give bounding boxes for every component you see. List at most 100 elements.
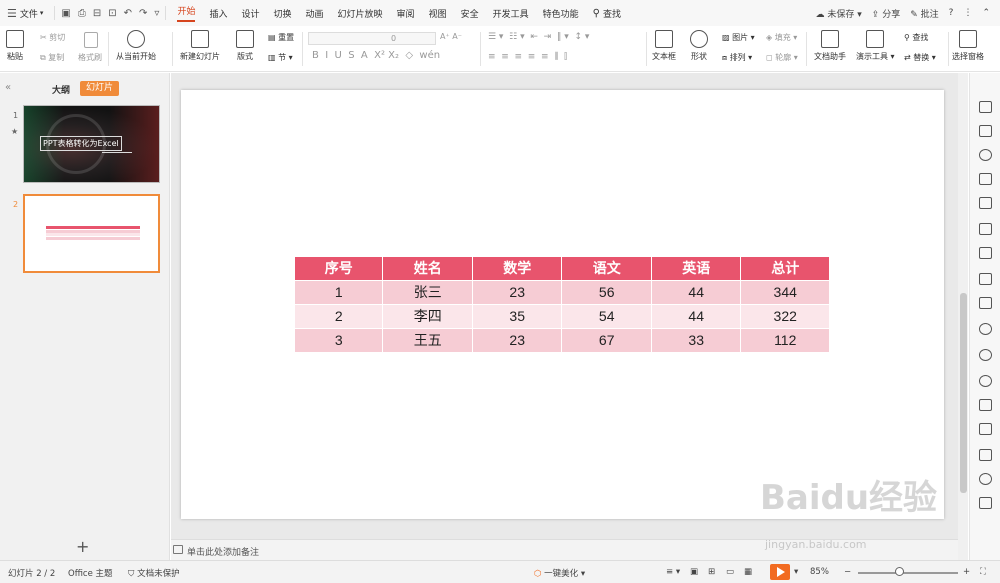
theme-name[interactable]: Office 主题 [68, 567, 113, 579]
scrollbar-thumb[interactable] [960, 293, 967, 493]
table-header[interactable]: 英语 [651, 257, 742, 280]
cut-button[interactable]: ✂ 剪切 [40, 32, 65, 43]
select-icon[interactable] [979, 101, 992, 113]
slideshow-view-icon[interactable]: ▦ [744, 567, 752, 577]
fit-window-icon[interactable]: ⛶ [980, 567, 986, 577]
font-grow-shrink[interactable]: A⁺ A⁻ [440, 32, 462, 41]
slide-sorter-icon[interactable]: ⊞ [708, 567, 715, 577]
export-icon[interactable] [979, 223, 992, 235]
help-button[interactable]: ? [949, 8, 954, 18]
shape-button[interactable]: 形状 [690, 26, 708, 62]
play-options-icon[interactable]: ▾ [794, 567, 798, 577]
table-cell[interactable]: 23 [472, 279, 563, 304]
tab-transitions[interactable]: 切换 [267, 0, 299, 26]
tab-insert[interactable]: 插入 [202, 0, 234, 26]
search-button[interactable]: ⚲ 查找 [586, 0, 628, 26]
undo-icon[interactable]: ↶ [124, 8, 132, 19]
file-menu[interactable]: ☰ 文件 ▾ [0, 0, 50, 26]
new-slide-button[interactable]: 新建幻灯片 [180, 26, 220, 62]
zoom-slider-handle[interactable] [895, 567, 904, 576]
text-box-button[interactable]: 文本框 [652, 26, 676, 62]
text-format-buttons[interactable]: B I U S A X² X₂ ◇ wén [312, 50, 440, 61]
section-button[interactable]: ▥ 节 ▾ [268, 52, 293, 63]
table-cell[interactable]: 56 [561, 279, 652, 304]
zoom-in-button[interactable]: + [963, 567, 970, 577]
tab-security[interactable]: 安全 [454, 0, 486, 26]
table-header[interactable]: 序号 [295, 257, 384, 280]
table-cell[interactable]: 112 [740, 327, 829, 352]
table-cell[interactable]: 23 [472, 327, 563, 352]
fill-button[interactable]: ◈ 填充 ▾ [766, 32, 797, 43]
arrange-button[interactable]: ⧈ 排列 ▾ [722, 52, 752, 63]
tab-animations[interactable]: 动画 [299, 0, 331, 26]
find-button[interactable]: ⚲ 查找 [904, 32, 928, 43]
vertical-scrollbar[interactable] [958, 73, 968, 560]
copy-button[interactable]: ⧉ 复制 [40, 52, 64, 63]
transition-icon[interactable] [979, 273, 992, 285]
print-preview-icon[interactable]: ⊡ [108, 8, 116, 19]
shape-icon[interactable] [979, 149, 992, 161]
table-cell[interactable]: 67 [561, 327, 652, 352]
fill-icon[interactable] [979, 173, 992, 185]
normal-view-icon[interactable]: ▣ [690, 567, 698, 577]
tag-icon[interactable] [979, 297, 992, 309]
save-icon[interactable]: ▣ [61, 8, 70, 19]
redo-icon[interactable]: ↷ [139, 8, 147, 19]
apps-icon[interactable] [979, 423, 992, 435]
paste-button[interactable]: 粘贴 [6, 26, 24, 62]
table-cell[interactable]: 王五 [382, 327, 473, 352]
format-painter-icon-button[interactable] [84, 28, 98, 51]
play-icon[interactable] [979, 323, 992, 335]
zoom-out-button[interactable]: − [844, 567, 851, 577]
zoom-slider[interactable] [858, 572, 958, 574]
list-buttons[interactable]: ☰ ▾ ☷ ▾ ⇤ ⇥ ‖ ▾ ↕ ▾ [488, 32, 589, 42]
reading-view-icon[interactable]: ▭ [726, 567, 734, 577]
reset-button[interactable]: ▤ 重置 [268, 32, 294, 43]
score-table[interactable]: 序号 姓名 数学 语文 英语 总计 1 张三 23 56 44 344 2 李四… [295, 257, 829, 352]
tab-review[interactable]: 审阅 [390, 0, 422, 26]
table-cell[interactable]: 2 [295, 303, 384, 328]
share-button[interactable]: ⇪ 分享 [872, 7, 900, 20]
export-pdf-icon[interactable]: ⎙ [78, 8, 86, 19]
help-icon[interactable] [979, 375, 992, 387]
tab-view[interactable]: 视图 [422, 0, 454, 26]
unsaved-status[interactable]: ☁ 未保存 ▾ [816, 7, 862, 20]
table-cell[interactable]: 张三 [382, 279, 473, 304]
tab-slideshow[interactable]: 幻灯片放映 [331, 0, 390, 26]
outline-button[interactable]: ◻ 轮廓 ▾ [766, 52, 798, 63]
picture-button[interactable]: ▨ 图片 ▾ [722, 32, 755, 43]
table-cell[interactable]: 3 [295, 327, 384, 352]
table-cell[interactable]: 44 [651, 279, 742, 304]
slide-thumbnail-2[interactable] [23, 194, 160, 273]
add-slide-button[interactable]: + [76, 537, 89, 556]
comment-button[interactable]: ✎ 批注 [910, 7, 938, 20]
presentation-tools-button[interactable]: 演示工具 ▾ [856, 26, 895, 62]
tab-home[interactable]: 开始 [170, 0, 202, 26]
format-painter-button[interactable]: 格式刷 [78, 52, 102, 63]
table-cell[interactable]: 54 [561, 303, 652, 328]
slide-thumbnail-1[interactable]: PPT表格转化为Excel [23, 105, 160, 183]
tab-special[interactable]: 特色功能 [536, 0, 586, 26]
layout-button[interactable]: 版式 [236, 26, 254, 62]
selection-pane-button[interactable]: 选择窗格 [952, 26, 984, 62]
table-cell[interactable]: 1 [295, 279, 384, 304]
protection-status[interactable]: ⛉ 文档未保护 [128, 567, 180, 579]
location-icon[interactable] [979, 473, 992, 485]
table-cell[interactable]: 322 [740, 303, 829, 328]
customize-icon[interactable]: ▿ [154, 8, 159, 19]
more-icon[interactable]: ⋮ [963, 8, 972, 18]
play-slideshow-button[interactable] [770, 564, 790, 580]
font-family-select[interactable]: 0 [308, 32, 436, 45]
copy-style-icon[interactable] [979, 125, 992, 137]
collapse-ribbon-icon[interactable]: ⌃ [982, 8, 990, 18]
slide-canvas[interactable]: 序号 姓名 数学 语文 英语 总计 1 张三 23 56 44 344 2 李四… [181, 90, 944, 519]
table-header[interactable]: 姓名 [382, 257, 473, 280]
tab-developer[interactable]: 开发工具 [486, 0, 536, 26]
beautify-button[interactable]: ⬡ 一键美化 ▾ [534, 567, 585, 579]
animation-icon[interactable] [979, 247, 992, 259]
settings-icon[interactable] [979, 399, 992, 411]
align-buttons[interactable]: ≡ ≡ ≡ ≡ ≡ ⫼ ⫿ [488, 52, 567, 62]
notes-toggle-icon[interactable]: ≡ ▾ [666, 567, 680, 577]
box-icon[interactable] [979, 497, 992, 509]
tab-design[interactable]: 设计 [234, 0, 266, 26]
